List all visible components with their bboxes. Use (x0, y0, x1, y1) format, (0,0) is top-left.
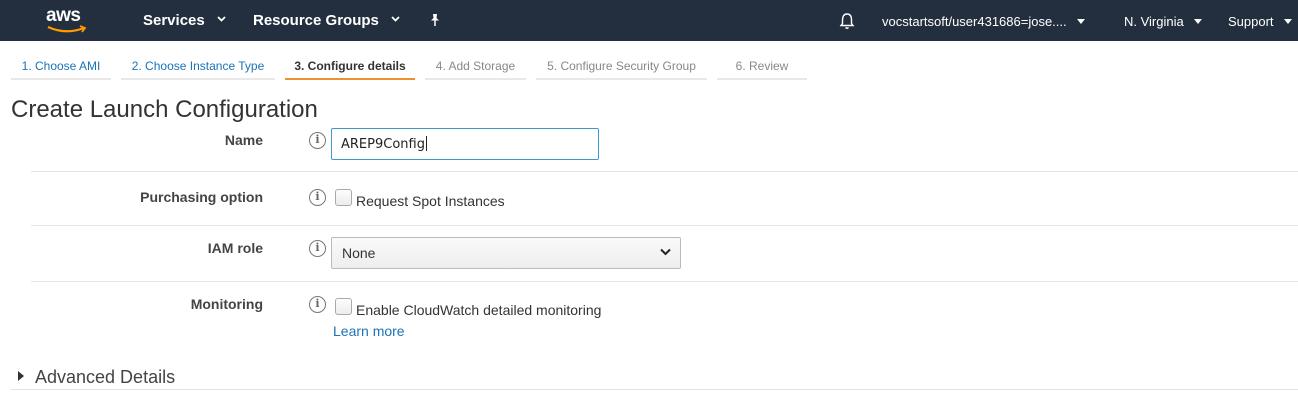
step-choose-instance-type[interactable]: 2. Choose Instance Type (121, 52, 275, 80)
step-choose-ami[interactable]: 1. Choose AMI (11, 52, 111, 80)
step-configure-security-group: 5. Configure Security Group (536, 52, 707, 80)
monitoring-row: Monitoring i (31, 282, 1298, 352)
info-icon[interactable]: i (309, 296, 326, 313)
aws-logo-text: aws (46, 5, 81, 26)
request-spot-checkbox[interactable] (335, 189, 352, 206)
bell-icon[interactable] (838, 12, 856, 30)
account-label: vocstartsoft/user431686=jose.... (882, 14, 1067, 29)
pin-icon[interactable] (428, 13, 442, 27)
cloudwatch-monitoring-label[interactable]: Enable CloudWatch detailed monitoring (356, 302, 601, 318)
advanced-details-toggle[interactable]: Advanced Details (11, 366, 1298, 390)
chevron-down-icon (391, 16, 400, 22)
chevron-down-icon (660, 248, 671, 256)
info-icon[interactable]: i (309, 240, 326, 257)
purchasing-option-label: Purchasing option (140, 189, 263, 205)
services-label: Services (143, 12, 205, 29)
cloudwatch-monitoring-checkbox[interactable] (335, 298, 352, 315)
account-menu[interactable]: vocstartsoft/user431686=jose.... (882, 14, 1086, 29)
monitoring-label: Monitoring (190, 296, 263, 312)
name-row: Name i (31, 120, 1298, 172)
support-label: Support (1228, 14, 1274, 29)
iam-role-label: IAM role (207, 240, 263, 256)
services-menu[interactable]: Services (143, 12, 226, 29)
name-label: Name (224, 132, 263, 148)
caret-down-icon (1284, 19, 1293, 25)
aws-logo[interactable]: aws (46, 5, 90, 35)
caret-down-icon (1077, 19, 1086, 25)
caret-down-icon (1194, 19, 1203, 25)
learn-more-link[interactable]: Learn more (333, 323, 405, 339)
iam-role-value: None (342, 245, 376, 261)
advanced-details-label: Advanced Details (35, 367, 176, 387)
region-menu[interactable]: N. Virginia (1124, 14, 1203, 29)
step-add-storage: 4. Add Storage (425, 52, 526, 80)
step-configure-details[interactable]: 3. Configure details (285, 52, 415, 80)
purchasing-option-row: Purchasing option i (31, 172, 1298, 226)
text-cursor (425, 136, 427, 151)
resource-groups-menu[interactable]: Resource Groups (253, 12, 400, 29)
aws-smile-icon (47, 25, 87, 33)
resource-groups-label: Resource Groups (253, 12, 379, 29)
top-nav-bar: aws Services Resource Groups vocstartsof… (0, 0, 1298, 41)
iam-role-select[interactable]: None (331, 237, 681, 269)
chevron-down-icon (217, 16, 226, 22)
region-label: N. Virginia (1124, 14, 1184, 29)
support-menu[interactable]: Support (1228, 14, 1293, 29)
request-spot-label[interactable]: Request Spot Instances (356, 193, 505, 209)
info-icon[interactable]: i (309, 189, 326, 206)
name-input[interactable]: AREP9Config (331, 128, 599, 160)
caret-right-icon (18, 371, 24, 381)
info-icon[interactable]: i (309, 132, 326, 149)
step-review: 6. Review (717, 52, 807, 80)
name-input-value: AREP9Config (341, 137, 425, 152)
